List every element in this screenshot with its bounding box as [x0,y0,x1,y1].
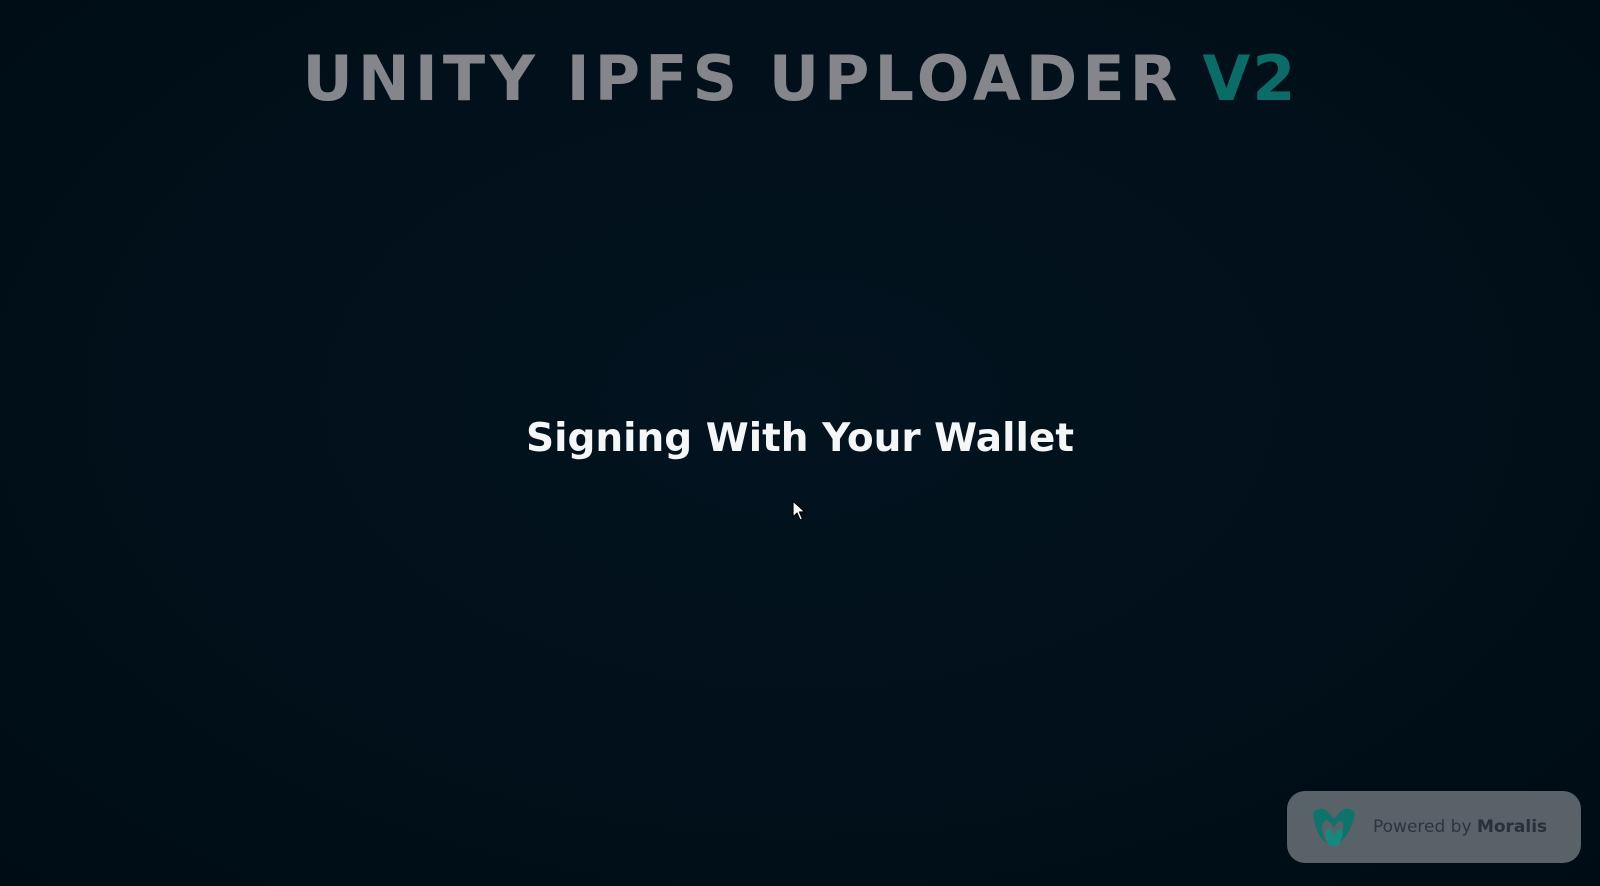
app-screen: UNITY IPFS UPLOADER V2 Signing With Your … [0,0,1600,886]
page-title-version: V2 [1202,42,1298,115]
page-title-main: UNITY IPFS UPLOADER [302,42,1183,115]
powered-by-text: Powered by Moralis [1373,817,1547,837]
moralis-logo-icon [1313,808,1355,846]
powered-by-label: Powered by [1373,817,1472,837]
page-title: UNITY IPFS UPLOADER V2 [0,36,1600,122]
powered-by-moralis-badge[interactable]: Powered by Moralis [1287,791,1581,863]
moralis-brand-label: Moralis [1476,817,1548,837]
signing-status-text: Signing With Your Wallet [526,416,1074,461]
mouse-pointer-icon [792,500,806,521]
